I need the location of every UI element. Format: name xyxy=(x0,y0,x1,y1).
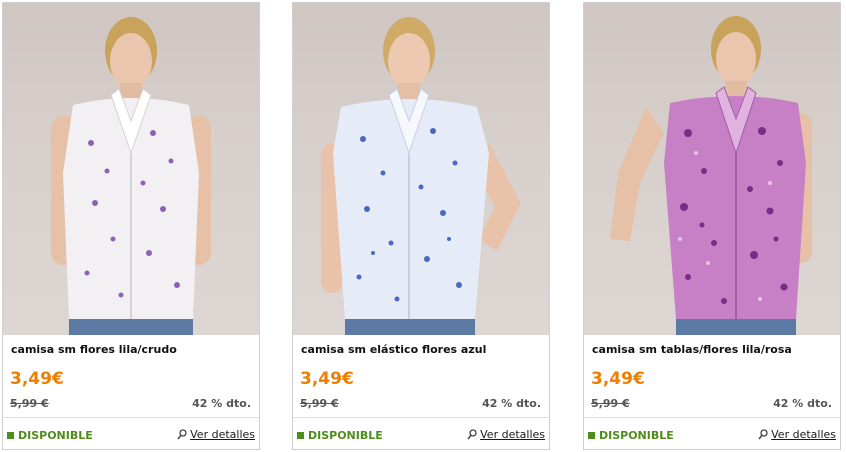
view-details-link[interactable]: Ver detalles xyxy=(177,428,255,441)
product-card: camisa sm elástico flores azul 3,49€ 5,9… xyxy=(292,2,550,450)
availability-status: DISPONIBLE xyxy=(297,429,383,442)
product-old-price: 5,99 € xyxy=(300,397,339,410)
product-name[interactable]: camisa sm flores lila/crudo xyxy=(11,343,255,356)
availability-label: DISPONIBLE xyxy=(18,429,93,442)
availability-status: DISPONIBLE xyxy=(588,429,674,442)
view-details-link[interactable]: Ver detalles xyxy=(467,428,545,441)
model-photo xyxy=(321,17,521,335)
availability-label: DISPONIBLE xyxy=(599,429,674,442)
view-details-label[interactable]: Ver detalles xyxy=(771,428,836,441)
divider xyxy=(293,417,549,418)
availability-status: DISPONIBLE xyxy=(7,429,93,442)
view-details-label[interactable]: Ver detalles xyxy=(190,428,255,441)
magnifier-icon xyxy=(758,429,768,440)
product-discount: 42 % dto. xyxy=(192,397,251,410)
model-photo xyxy=(51,17,211,335)
product-grid: camisa sm flores lila/crudo 3,49€ 5,99 €… xyxy=(0,0,846,452)
view-details-label[interactable]: Ver detalles xyxy=(480,428,545,441)
product-price: 3,49€ xyxy=(591,369,645,389)
product-old-price: 5,99 € xyxy=(10,397,49,410)
product-discount: 42 % dto. xyxy=(482,397,541,410)
product-old-price: 5,99 € xyxy=(591,397,630,410)
availability-label: DISPONIBLE xyxy=(308,429,383,442)
magnifier-icon xyxy=(467,429,477,440)
product-price: 3,49€ xyxy=(300,369,354,389)
product-image[interactable] xyxy=(584,3,840,335)
magnifier-icon xyxy=(177,429,187,440)
green-square-icon xyxy=(588,432,595,439)
green-square-icon xyxy=(7,432,14,439)
divider xyxy=(3,417,259,418)
product-card: camisa sm tablas/flores lila/rosa 3,49€ … xyxy=(583,2,841,450)
product-card: camisa sm flores lila/crudo 3,49€ 5,99 €… xyxy=(2,2,260,450)
product-name[interactable]: camisa sm elástico flores azul xyxy=(301,343,545,356)
product-discount: 42 % dto. xyxy=(773,397,832,410)
view-details-link[interactable]: Ver detalles xyxy=(758,428,836,441)
divider xyxy=(584,417,840,418)
product-name[interactable]: camisa sm tablas/flores lila/rosa xyxy=(592,343,836,356)
product-image[interactable] xyxy=(293,3,549,335)
product-image[interactable] xyxy=(3,3,259,335)
green-square-icon xyxy=(297,432,304,439)
product-price: 3,49€ xyxy=(10,369,64,389)
model-photo xyxy=(610,16,812,335)
